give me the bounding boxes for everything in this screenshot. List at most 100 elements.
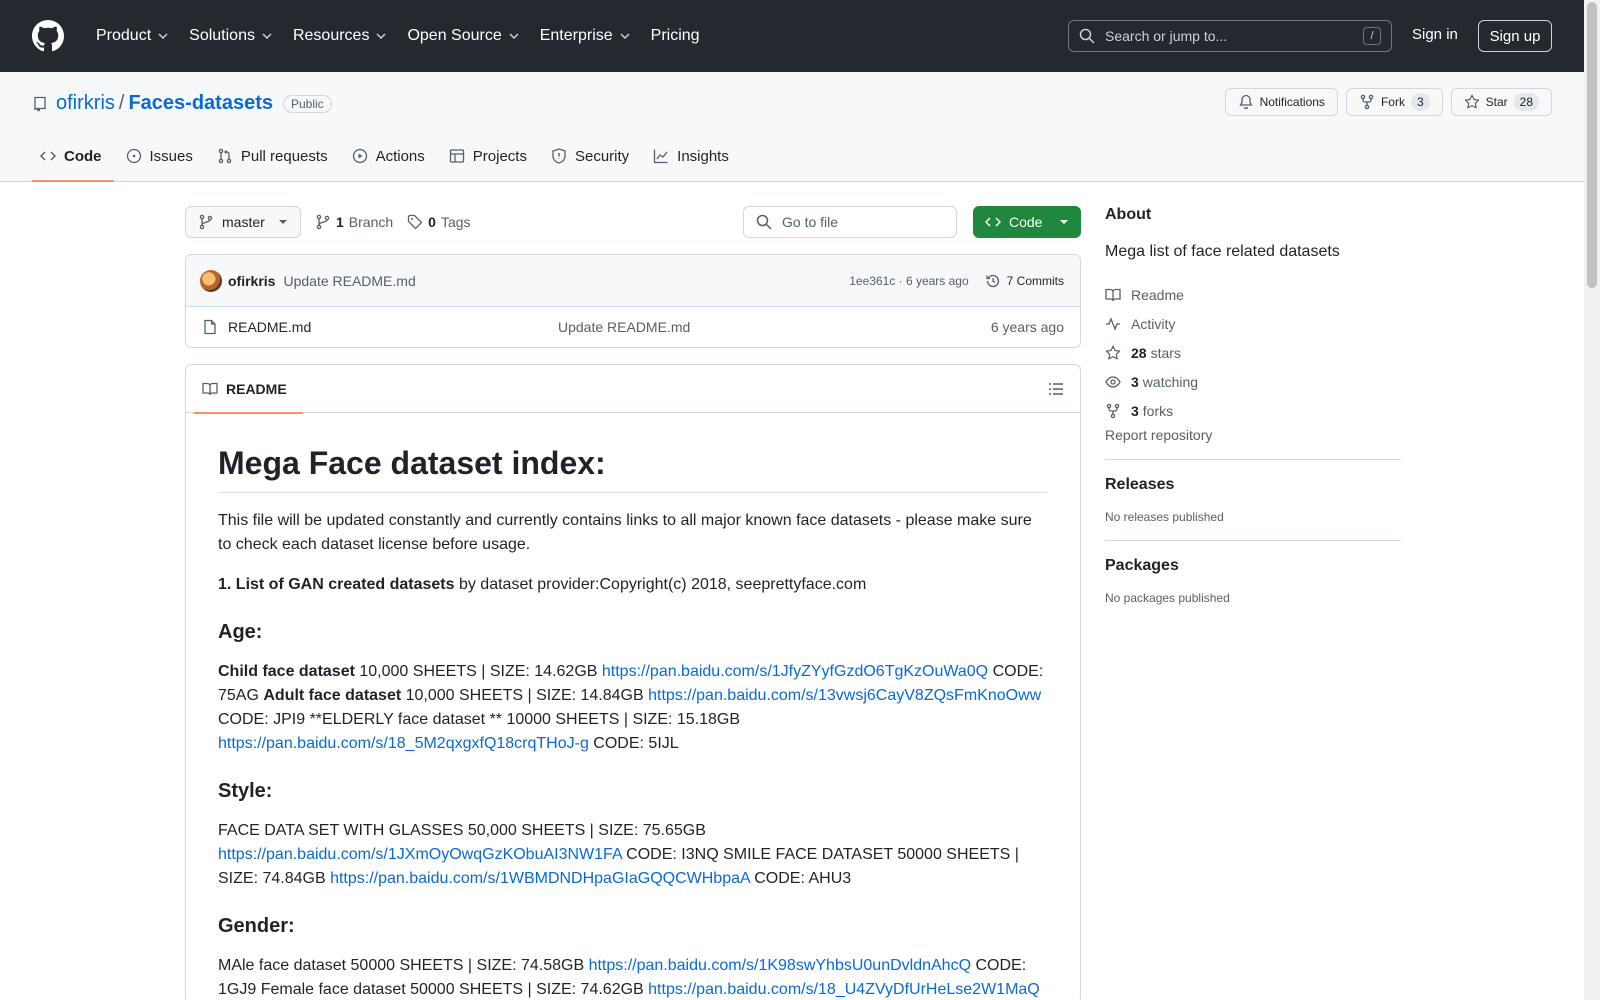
list-icon[interactable]: [1048, 381, 1064, 397]
caret-down-icon: [1060, 220, 1068, 224]
adult-dataset-link[interactable]: https://pan.baidu.com/s/13vwsj6CayV8ZQsF…: [648, 687, 1041, 704]
stars-link[interactable]: 28 stars: [1105, 338, 1401, 367]
divider: [1105, 459, 1401, 460]
tab-readme[interactable]: README: [194, 365, 303, 414]
eye-icon: [1105, 375, 1121, 388]
branch-selector[interactable]: master: [185, 206, 301, 238]
tab-actions[interactable]: Actions: [344, 132, 437, 180]
sign-in-link[interactable]: Sign in: [1412, 26, 1458, 43]
packages-empty: No packages published: [1105, 591, 1230, 605]
nav-solutions[interactable]: Solutions: [179, 20, 283, 52]
repo-actions: Notifications Fork 3 Star 28: [1224, 88, 1552, 116]
about-sidebar: About Mega list of face related datasets…: [1105, 206, 1401, 605]
page-scrollbar[interactable]: [1584, 0, 1600, 1000]
gender-paragraph: MAle face dataset 50000 SHEETS | SIZE: 7…: [218, 957, 1040, 998]
branch-label: Branch: [348, 214, 394, 230]
scrollbar-thumb[interactable]: [1587, 2, 1597, 288]
star-count: 28: [1513, 93, 1539, 111]
tab-security[interactable]: Security: [543, 132, 641, 180]
code-icon: [40, 151, 56, 161]
slash-shortcut-key: /: [1363, 27, 1381, 45]
nav-pricing[interactable]: Pricing: [641, 20, 710, 52]
nav-resources[interactable]: Resources: [283, 20, 397, 52]
activity-link[interactable]: Activity: [1105, 309, 1401, 338]
repo-name-link[interactable]: Faces-datasets: [128, 92, 273, 115]
branch-icon: [316, 214, 330, 230]
readme-list-item: 1. List of GAN created datasets by datas…: [218, 576, 867, 593]
main-content: master 1 Branch 0 Tags Go to file Code o…: [185, 206, 1081, 1000]
nav-product[interactable]: Product: [86, 20, 179, 52]
female-dataset-link[interactable]: https://pan.baidu.com/s/18_U4ZVyDfUrHeLs…: [648, 981, 1040, 998]
issue-icon: [126, 148, 141, 164]
packages-title[interactable]: Packages: [1105, 557, 1401, 575]
divider: [1105, 540, 1401, 541]
chevron-down-icon: [376, 33, 386, 40]
style-heading: Style:: [218, 780, 273, 802]
releases-title[interactable]: Releases: [1105, 476, 1401, 494]
go-to-file-placeholder: Go to file: [782, 214, 839, 230]
tab-insights[interactable]: Insights: [645, 132, 741, 180]
watching-link[interactable]: 3 watching: [1105, 367, 1401, 396]
tags-link[interactable]: 0 Tags: [407, 214, 471, 230]
file-icon: [204, 319, 216, 335]
male-dataset-link[interactable]: https://pan.baidu.com/s/1K98swYhbsU0unDv…: [589, 957, 971, 974]
fork-count: 3: [1410, 93, 1430, 111]
smile-dataset-link[interactable]: https://pan.baidu.com/s/1WBMDNDHpaGIaGQQ…: [330, 870, 750, 887]
avatar[interactable]: [200, 269, 222, 292]
notifications-button[interactable]: Notifications: [1224, 88, 1338, 116]
readme-title: Mega Face dataset index:: [218, 445, 1048, 493]
branches-link[interactable]: 1 Branch: [315, 214, 393, 230]
sign-up-button[interactable]: Sign up: [1478, 20, 1552, 52]
glasses-dataset-link[interactable]: https://pan.baidu.com/s/1JXmOyOwqGzKObuA…: [218, 846, 622, 863]
elderly-dataset-link[interactable]: https://pan.baidu.com/s/18_5M2qxgxfQ18cr…: [218, 735, 589, 752]
readme-content: Mega Face dataset index: This file will …: [186, 413, 1080, 1000]
commit-message[interactable]: Update README.md: [283, 273, 415, 289]
nav-enterprise[interactable]: Enterprise: [530, 20, 641, 52]
code-dropdown-button[interactable]: Code: [973, 206, 1081, 238]
readme-link[interactable]: Readme: [1105, 280, 1401, 309]
fork-icon: [1360, 94, 1374, 110]
readme-panel: README Mega Face dataset index: This fil…: [185, 364, 1081, 1000]
child-dataset-link[interactable]: https://pan.baidu.com/s/1JfyZYyfGzdO6TgK…: [602, 663, 988, 680]
go-to-file-input[interactable]: Go to file: [743, 206, 957, 238]
commit-hash-time[interactable]: 1ee361c · 6 years ago: [849, 274, 968, 288]
star-button[interactable]: Star 28: [1450, 88, 1552, 116]
book-icon: [202, 382, 218, 395]
file-name[interactable]: README.md: [228, 319, 558, 335]
star-icon: [1105, 345, 1121, 359]
age-paragraph: Child face dataset 10,000 SHEETS | SIZE:…: [218, 663, 1044, 752]
table-row[interactable]: README.md Update README.md 6 years ago: [186, 307, 1080, 347]
forks-link[interactable]: 3 forks: [1105, 396, 1401, 425]
fork-button[interactable]: Fork 3: [1345, 88, 1443, 116]
commit-author[interactable]: ofirkris: [228, 273, 275, 289]
github-logo-icon[interactable]: [32, 20, 64, 52]
repo-title: ofirkris / Faces-datasets Public: [32, 92, 332, 115]
shield-icon: [552, 148, 566, 164]
code-icon: [985, 217, 1001, 227]
branch-count: 1: [336, 214, 344, 230]
report-repository-link[interactable]: Report repository: [1105, 427, 1401, 443]
chevron-down-icon: [262, 33, 272, 40]
chevron-down-icon: [158, 33, 168, 40]
repo-owner-link[interactable]: ofirkris: [56, 92, 115, 115]
tab-code[interactable]: Code: [32, 132, 114, 182]
repo-description: Mega list of face related datasets: [1105, 243, 1340, 260]
fork-label: Fork: [1380, 95, 1405, 109]
tab-issues[interactable]: Issues: [118, 132, 205, 180]
latest-commit: ofirkris Update README.md 1ee361c · 6 ye…: [186, 255, 1080, 307]
top-navigation: Product Solutions Resources Open Source …: [86, 20, 710, 52]
caret-down-icon: [279, 220, 287, 224]
tab-projects[interactable]: Projects: [441, 132, 539, 180]
code-button-label: Code: [1009, 214, 1043, 230]
global-search-input[interactable]: Search or jump to... /: [1068, 20, 1392, 52]
style-paragraph: FACE DATA SET WITH GLASSES 50,000 SHEETS…: [218, 822, 1019, 887]
tab-pull-requests[interactable]: Pull requests: [209, 132, 340, 180]
commits-history-link[interactable]: 7 Commits: [985, 273, 1064, 289]
nav-open-source[interactable]: Open Source: [397, 20, 529, 52]
tag-count: 0: [428, 214, 436, 230]
file-commit-message[interactable]: Update README.md: [558, 319, 690, 335]
search-placeholder: Search or jump to...: [1105, 28, 1228, 44]
search-icon: [756, 214, 772, 230]
play-icon: [352, 148, 367, 164]
search-icon: [1079, 28, 1095, 44]
